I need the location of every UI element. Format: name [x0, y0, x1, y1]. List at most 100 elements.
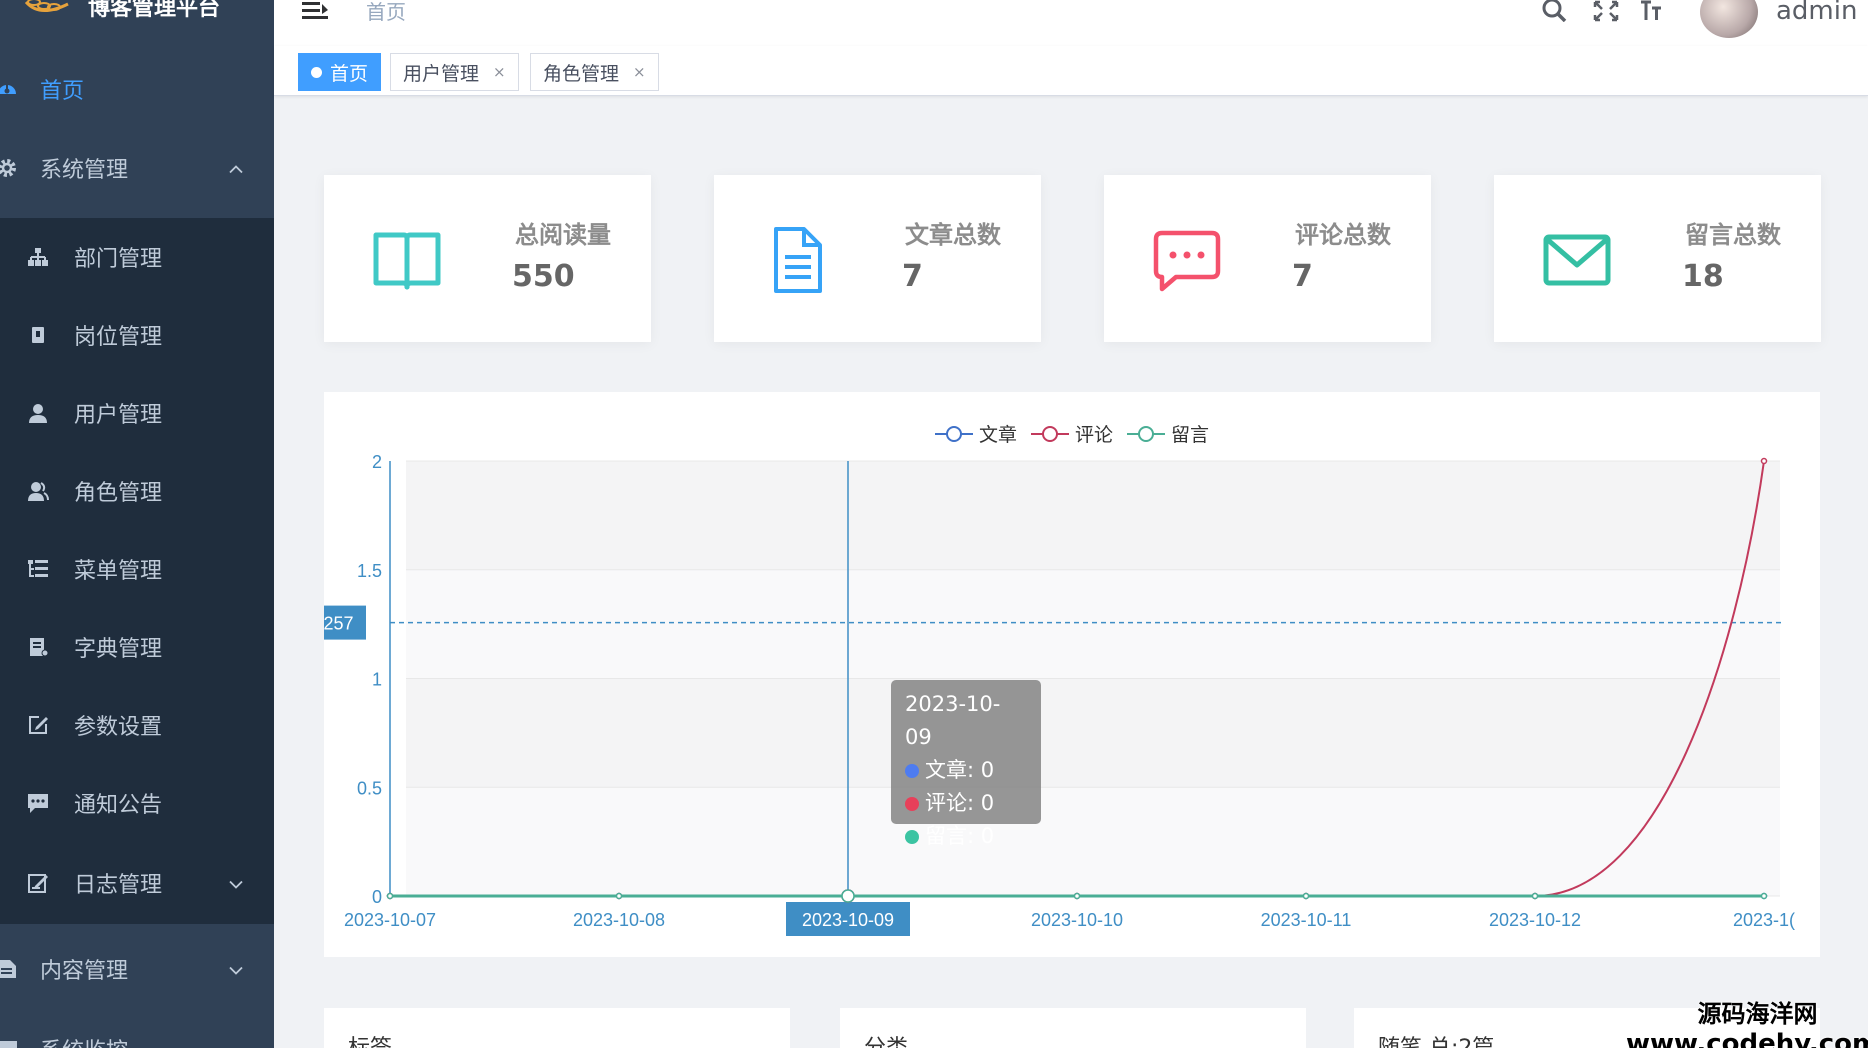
x-tick-label: 2023-10-07 [344, 910, 436, 930]
sidebar-item-user[interactable]: 用户管理 [0, 374, 274, 452]
sidebar-item-monitor[interactable]: 系统监控 [0, 1014, 274, 1048]
mail-icon [1543, 234, 1611, 286]
stat-label: 评论总数 [1295, 221, 1391, 249]
line-chart[interactable]: 0 0.5 1 1.5 2 2023-10-07 2023-10-08 2023-10-10 2… [324, 392, 1820, 957]
sidebar-item-content[interactable]: 内容管理 [0, 924, 274, 1014]
x-tick-label: 2023-10-10 [1031, 910, 1123, 930]
active-dot-icon [311, 66, 322, 78]
y-tick-label: 0.5 [357, 778, 382, 798]
system-submenu: 部门管理 岗位管理 用户管理 角色管理 菜单管理 字典管理 参数设置 通知公告 [0, 218, 274, 924]
sidebar-item-config[interactable]: 参数设置 [0, 686, 274, 764]
username[interactable]: admin [1776, 0, 1857, 26]
edit-icon [26, 713, 50, 737]
stat-label: 留言总数 [1685, 221, 1781, 249]
series-point [1302, 892, 1310, 900]
tooltip-row: 留言: 0 [905, 820, 1027, 853]
series-dot-icon [905, 796, 919, 811]
y-tick-label: 0 [372, 887, 382, 907]
tag-home[interactable]: 首页 [298, 53, 382, 91]
stat-label: 总阅读量 [515, 221, 611, 249]
chevron-down-icon [228, 871, 244, 896]
x-tick-label: 2023-10-11 [1261, 910, 1352, 930]
sidebar-item-notice[interactable]: 通知公告 [0, 764, 274, 842]
panel-title: 分类 [864, 1030, 908, 1048]
stat-card-reads[interactable]: 总阅读量 550 [324, 175, 651, 342]
sidebar-item-role[interactable]: 角色管理 [0, 452, 274, 530]
stat-card-comments[interactable]: 评论总数 7 [1104, 175, 1431, 342]
tooltip-row-text: 文章: 0 [925, 758, 995, 782]
y-tick-label: 1 [372, 670, 382, 690]
sidebar-item-label: 首页 [40, 79, 85, 104]
chevron-up-icon [228, 156, 244, 181]
panel-title: 标签 [348, 1030, 392, 1048]
stat-value: 550 [512, 259, 575, 294]
dict-icon [26, 635, 50, 659]
x-tick-label: 2023-1( [1733, 910, 1795, 930]
comment-icon [1153, 230, 1221, 292]
fullscreen-icon[interactable] [1592, 0, 1620, 22]
grid-band [406, 678, 1780, 788]
sidebar-item-dict[interactable]: 字典管理 [0, 608, 274, 686]
close-icon[interactable]: × [633, 63, 646, 81]
sidebar-item-log[interactable]: 日志管理 [0, 842, 274, 924]
series-point [1531, 892, 1539, 900]
monitor-icon [0, 1038, 18, 1048]
y-tick-label: 2 [372, 452, 382, 472]
sidebar-item-menu[interactable]: 菜单管理 [0, 530, 274, 608]
document-icon [0, 958, 18, 980]
chart-tooltip: 2023-10-09 文章: 0 评论: 0 留言: 0 [891, 680, 1041, 848]
tags-view: 首页 用户管理 × 角色管理 × [274, 46, 1868, 96]
tooltip-title: 2023-10-09 [905, 692, 1001, 749]
crosshair-x-label: 2023-10-09 [802, 910, 894, 930]
watermark: 源码海洋网 www.codehy.com [1626, 994, 1868, 1048]
org-tree-icon [26, 245, 50, 269]
sidebar-item-system[interactable]: 系统管理 [0, 118, 274, 218]
sidebar-item-label: 菜单管理 [74, 559, 163, 584]
gear-icon [0, 157, 18, 179]
message-icon [26, 791, 50, 815]
sidebar-item-label: 参数设置 [74, 715, 163, 740]
tag-label: 首页 [330, 62, 369, 85]
avatar[interactable] [1700, 0, 1758, 38]
sidebar-logo[interactable]: 博客管理平台 [0, 0, 274, 30]
sidebar-item-label: 系统监控 [40, 1033, 128, 1048]
user-icon [26, 401, 50, 425]
stat-card-messages[interactable]: 留言总数 18 [1494, 175, 1821, 342]
tooltip-row: 文章: 0 [905, 754, 1027, 787]
panel-title: 随笔 总:2篇 [1378, 1030, 1494, 1048]
sidebar-item-label: 角色管理 [74, 481, 163, 506]
close-icon[interactable]: × [493, 63, 506, 81]
watermark-line2: www.codehy.com [1626, 1029, 1868, 1048]
font-size-icon[interactable] [1638, 0, 1666, 22]
stat-card-articles[interactable]: 文章总数 7 [714, 175, 1041, 342]
sidebar-item-post[interactable]: 岗位管理 [0, 296, 274, 374]
stat-value: 18 [1682, 259, 1724, 294]
watermark-line1: 源码海洋网 [1697, 1000, 1818, 1028]
tag-role-management[interactable]: 角色管理 × [530, 53, 659, 91]
tooltip-row: 评论: 0 [905, 787, 1027, 820]
sidebar-item-dept[interactable]: 部门管理 [0, 218, 274, 296]
tooltip-row-text: 留言: 0 [925, 824, 995, 848]
hamburger-icon[interactable] [302, 2, 328, 20]
breadcrumb: 首页 [366, 0, 406, 24]
series-point [841, 889, 855, 903]
book-icon [373, 232, 441, 290]
sidebar-item-label: 部门管理 [74, 247, 163, 272]
x-tick-label: 2023-10-12 [1489, 910, 1581, 930]
series-point [1760, 457, 1768, 465]
search-icon[interactable] [1540, 0, 1568, 22]
sidebar-item-home[interactable]: 首页 [0, 60, 274, 118]
series-point [386, 892, 394, 900]
tag-user-management[interactable]: 用户管理 × [390, 53, 519, 91]
chevron-down-icon [228, 957, 244, 982]
stat-value: 7 [902, 259, 923, 294]
series-point [615, 892, 623, 900]
sidebar-item-label: 日志管理 [74, 873, 163, 898]
crosshair-y-label: 1.257 [324, 614, 354, 634]
log-icon [26, 871, 50, 895]
peoples-icon [26, 479, 50, 503]
document-icon [774, 227, 822, 293]
series-point [1073, 892, 1081, 900]
sidebar: 博客管理平台 首页 系统管理 部门管理 岗位管理 用户管理 角色管理 菜单管理 … [0, 0, 274, 1048]
sidebar-item-label: 通知公告 [74, 793, 163, 818]
